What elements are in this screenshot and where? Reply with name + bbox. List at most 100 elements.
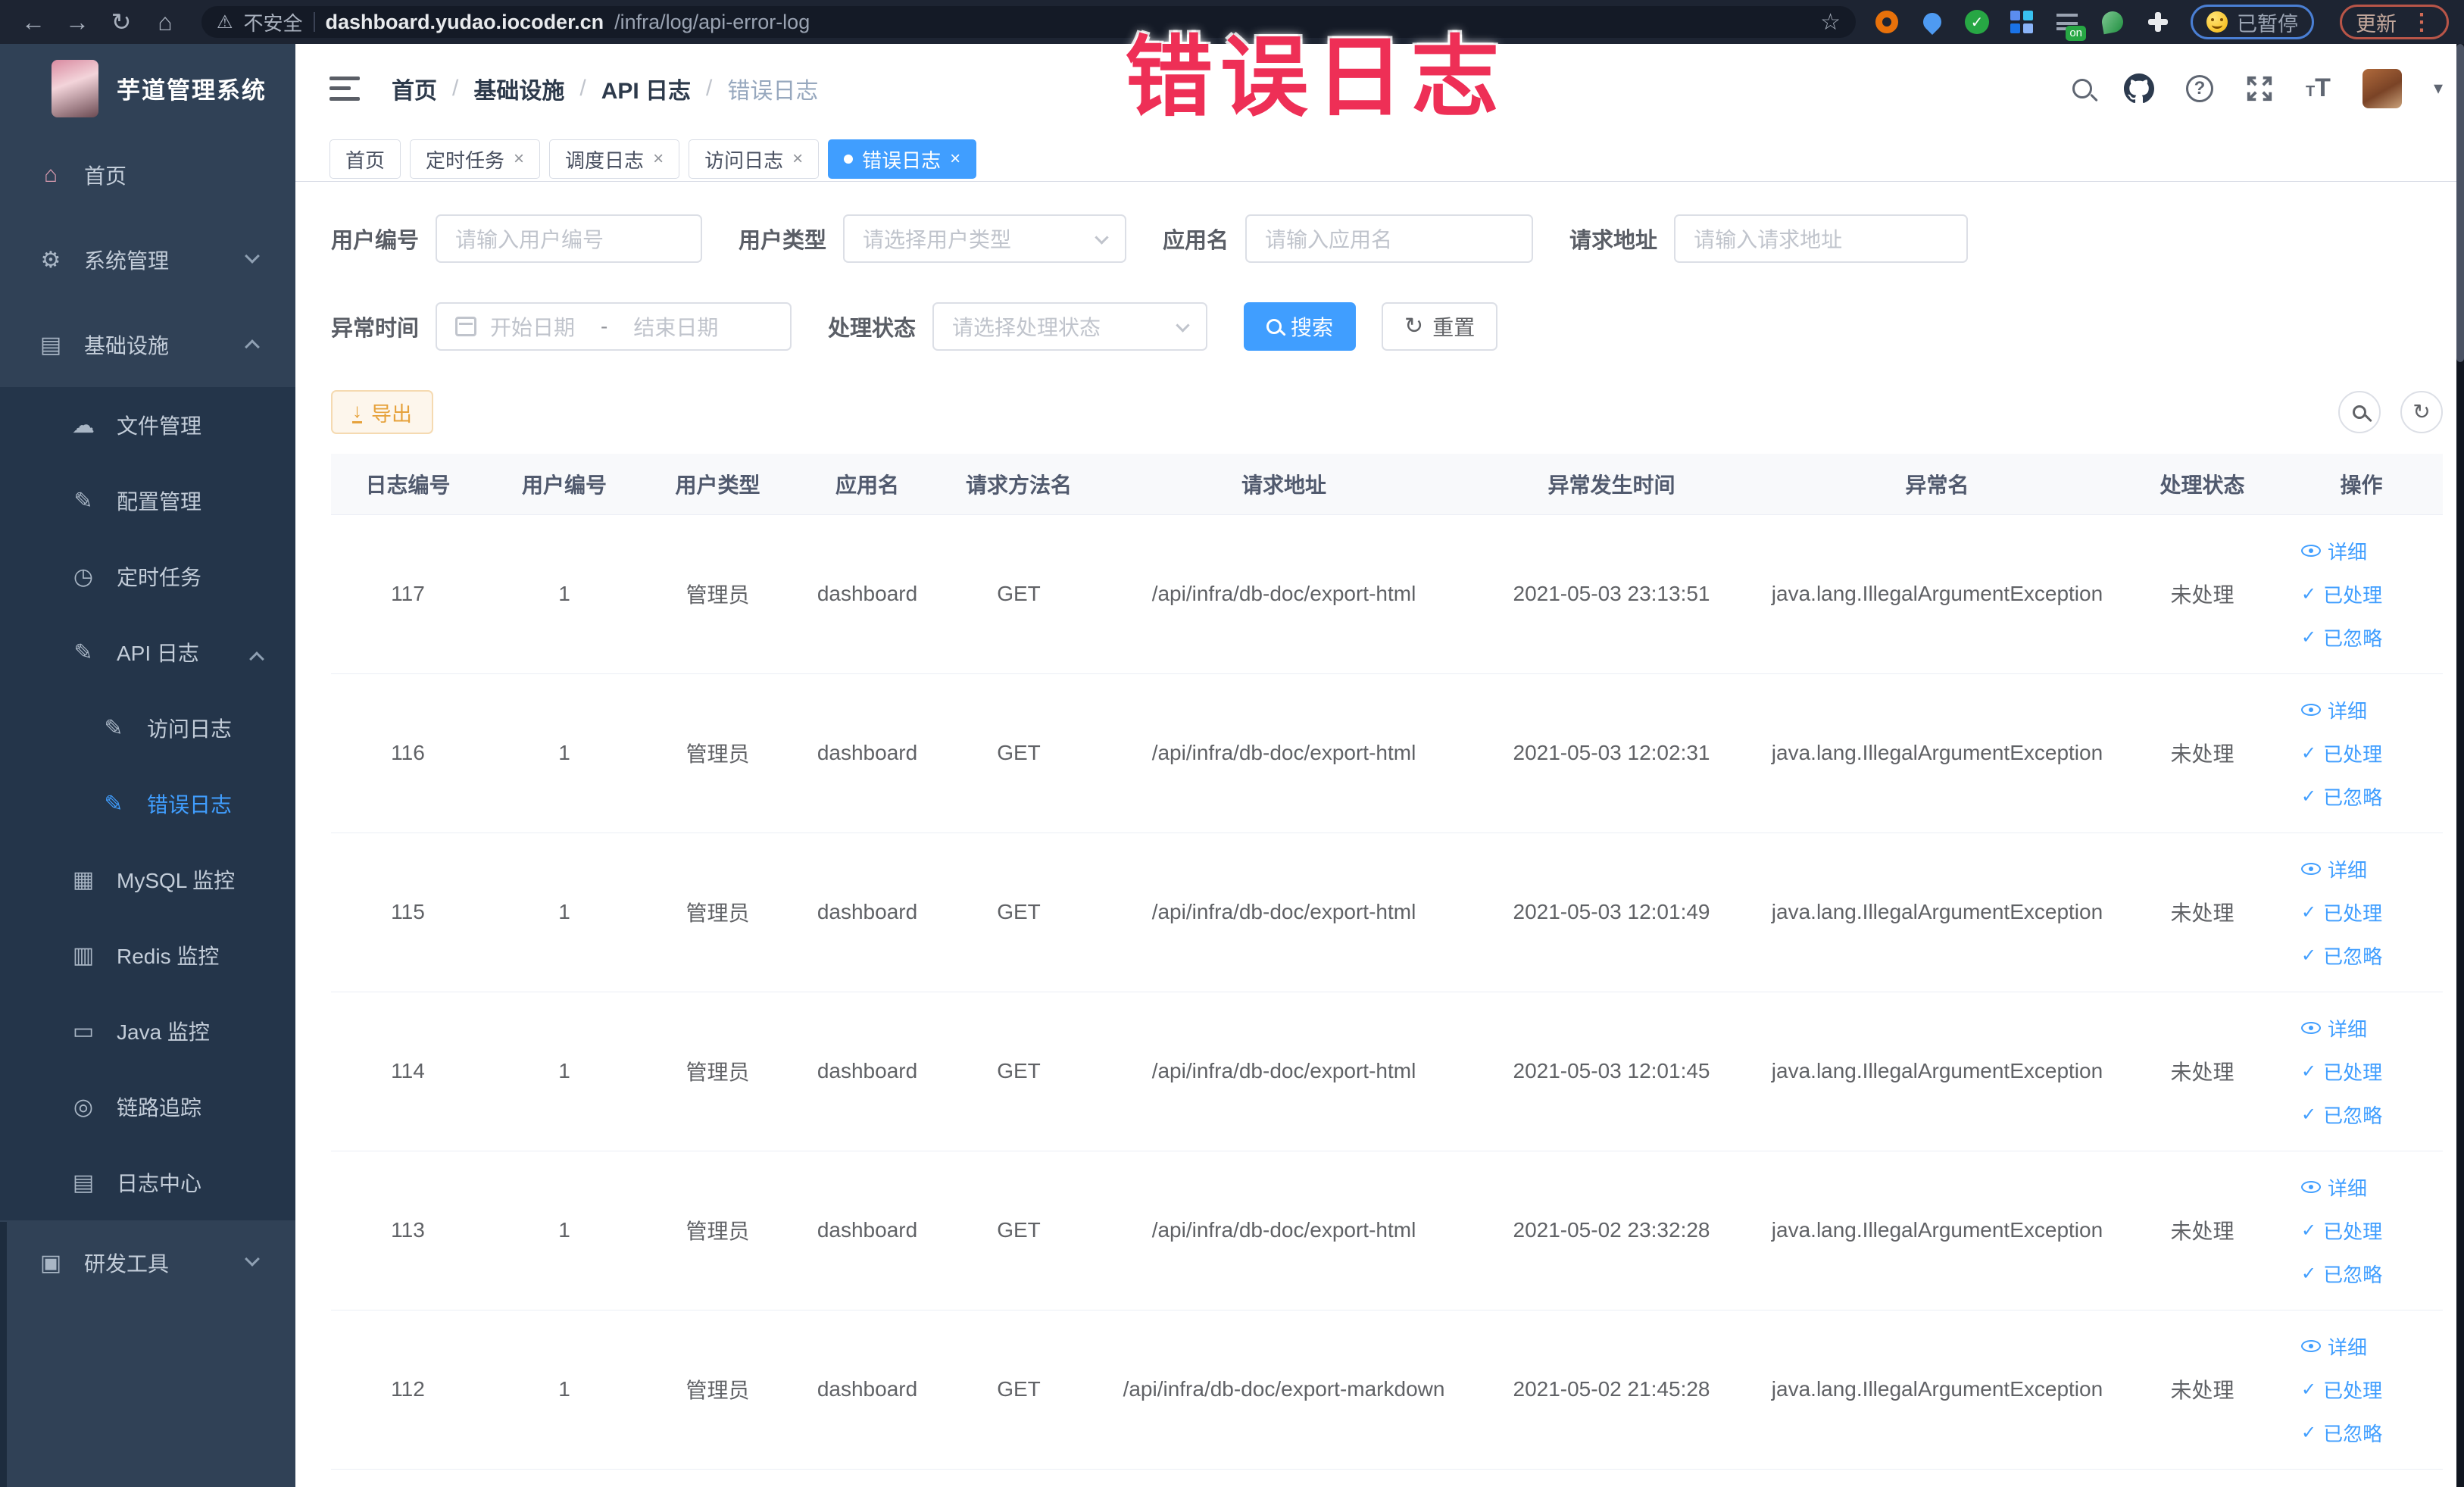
refresh-table-button[interactable]: ↻ bbox=[2400, 391, 2443, 433]
detail-link[interactable]: 详细 bbox=[2301, 1014, 2367, 1042]
extension-icon-green-check[interactable]: ✓ bbox=[1965, 10, 1989, 34]
cell-method: GET bbox=[943, 1310, 1095, 1470]
tab-home[interactable]: 首页 bbox=[329, 139, 401, 179]
browser-home-icon[interactable]: ⌂ bbox=[147, 8, 183, 36]
close-icon[interactable]: × bbox=[792, 148, 803, 170]
exception-time-range-picker[interactable]: 开始日期 - 结束日期 bbox=[436, 302, 792, 351]
breadcrumb-infrastructure[interactable]: 基础设施 bbox=[473, 72, 564, 105]
close-icon[interactable]: × bbox=[950, 148, 960, 170]
detail-link[interactable]: 详细 bbox=[2301, 696, 2367, 724]
fullscreen-icon[interactable] bbox=[2245, 74, 2274, 103]
edit-icon: ✎ bbox=[73, 488, 93, 514]
sidebar-item-dev-tools[interactable]: ▣ 研发工具 bbox=[0, 1220, 295, 1305]
mark-processed-link[interactable]: ✓ 已处理 bbox=[2301, 580, 2382, 608]
extension-icon-leaf[interactable] bbox=[2100, 9, 2125, 35]
detail-link[interactable]: 详细 bbox=[2301, 1173, 2367, 1201]
detail-link[interactable]: 详细 bbox=[2301, 537, 2367, 565]
detail-link[interactable]: 详细 bbox=[2301, 1332, 2367, 1360]
sidebar-item-trace[interactable]: ◎ 链路追踪 bbox=[0, 1069, 295, 1145]
export-button[interactable]: ↓ 导出 bbox=[331, 390, 433, 434]
extension-icon-orange-ring[interactable] bbox=[1874, 9, 1900, 35]
mark-ignored-link[interactable]: ✓ 已忽略 bbox=[2301, 1260, 2382, 1288]
bookmark-star-icon[interactable]: ☆ bbox=[1820, 9, 1841, 36]
breadcrumb-api-log[interactable]: API 日志 bbox=[601, 72, 691, 105]
header-actions: ? TT ▾ bbox=[2072, 68, 2443, 108]
back-icon[interactable]: ← bbox=[15, 8, 52, 36]
tab-schedule-log[interactable]: 调度日志 × bbox=[549, 139, 680, 179]
font-size-icon[interactable]: TT bbox=[2306, 73, 2331, 103]
sidebar-menu: ⌂ 首页 ⚙ 系统管理 ▤ 基础设施 ☁ 文件管理 ✎ 配置管理 ◷ 定时任务 … bbox=[0, 133, 295, 1305]
breadcrumb-home[interactable]: 首页 bbox=[392, 72, 437, 105]
monitor-icon: ▭ bbox=[72, 1018, 95, 1044]
mark-ignored-link[interactable]: ✓ 已忽略 bbox=[2301, 942, 2382, 970]
tab-scheduled-tasks[interactable]: 定时任务 × bbox=[410, 139, 541, 179]
col-method: 请求方法名 bbox=[943, 454, 1095, 515]
help-icon[interactable]: ? bbox=[2185, 74, 2213, 102]
sidebar-item-java-monitor[interactable]: ▭ Java 监控 bbox=[0, 993, 295, 1069]
search-icon[interactable] bbox=[2072, 78, 2092, 98]
sidebar-item-mysql-monitor[interactable]: ▦ MySQL 监控 bbox=[0, 842, 295, 917]
mark-ignored-link[interactable]: ✓ 已忽略 bbox=[2301, 1419, 2382, 1447]
sidebar-item-config-management[interactable]: ✎ 配置管理 bbox=[0, 463, 295, 539]
request-url-input[interactable]: 请输入请求地址 bbox=[1674, 214, 1969, 263]
sidebar-item-scheduled-tasks[interactable]: ◷ 定时任务 bbox=[0, 539, 295, 614]
table-row: 113 1 管理员 dashboard GET /api/infra/db-do… bbox=[331, 1151, 2443, 1310]
sidebar-item-file-management[interactable]: ☁ 文件管理 bbox=[0, 387, 295, 463]
check-icon: ✓ bbox=[2301, 1263, 2317, 1284]
sidebar-item-api-log[interactable]: ✎ API 日志 bbox=[0, 614, 295, 690]
cell-actions: 详细 ✓ 已处理 ✓ 已忽略 bbox=[2280, 992, 2443, 1151]
scrollbar-thumb[interactable] bbox=[2456, 44, 2464, 362]
sidebar-item-access-log[interactable]: ✎ 访问日志 bbox=[0, 690, 295, 766]
search-button[interactable]: 搜索 bbox=[1244, 302, 1357, 351]
sidebar-item-error-log[interactable]: ✎ 错误日志 bbox=[0, 766, 295, 842]
exception-time-label: 异常时间 bbox=[331, 317, 420, 341]
mark-processed-link[interactable]: ✓ 已处理 bbox=[2301, 898, 2382, 926]
mark-processed-link[interactable]: ✓ 已处理 bbox=[2301, 1376, 2382, 1404]
close-icon[interactable]: × bbox=[653, 148, 664, 170]
table-row: 117 1 管理员 dashboard GET /api/infra/db-do… bbox=[331, 514, 2443, 674]
not-secure-warning-icon: ⚠ bbox=[217, 11, 233, 33]
extension-icon-puzzle[interactable] bbox=[2145, 9, 2171, 35]
mark-processed-link[interactable]: ✓ 已处理 bbox=[2301, 1057, 2382, 1086]
extension-icon-list-on[interactable]: on bbox=[2054, 9, 2086, 41]
mark-ignored-link[interactable]: ✓ 已忽略 bbox=[2301, 1101, 2382, 1129]
sidebar-item-redis-monitor[interactable]: ▥ Redis 监控 bbox=[0, 917, 295, 993]
sidebar-item-log-center[interactable]: ▤ 日志中心 bbox=[0, 1145, 295, 1220]
extension-icon-grid[interactable] bbox=[2009, 9, 2035, 35]
user-type-select[interactable]: 请选择用户类型 bbox=[843, 214, 1127, 263]
paused-badge[interactable]: 已暂停 bbox=[2191, 5, 2314, 39]
browser-menu-dots-icon[interactable]: ⋮ bbox=[2410, 9, 2433, 36]
tab-error-log[interactable]: 错误日志 × bbox=[828, 139, 977, 179]
tab-access-log[interactable]: 访问日志 × bbox=[689, 139, 820, 179]
close-icon[interactable]: × bbox=[514, 148, 524, 170]
sidebar-scrollbar[interactable] bbox=[0, 1222, 7, 1487]
mark-ignored-link[interactable]: ✓ 已忽略 bbox=[2301, 783, 2382, 811]
mark-ignored-link[interactable]: ✓ 已忽略 bbox=[2301, 623, 2382, 651]
process-status-select[interactable]: 请选择处理状态 bbox=[932, 302, 1208, 351]
cell-app-name: dashboard bbox=[792, 514, 943, 674]
avatar[interactable] bbox=[2362, 68, 2402, 108]
cell-process-status: 未处理 bbox=[2125, 673, 2280, 833]
page-scrollbar[interactable] bbox=[2456, 44, 2464, 1487]
user-id-input[interactable]: 请输入用户编号 bbox=[436, 214, 703, 263]
reload-icon[interactable]: ↻ bbox=[103, 8, 139, 36]
toggle-search-button[interactable] bbox=[2338, 391, 2381, 433]
collapse-sidebar-icon[interactable] bbox=[329, 76, 360, 101]
extension-icon-blue-drop[interactable] bbox=[1919, 9, 1945, 35]
browser-update-button[interactable]: 更新 ⋮ bbox=[2340, 5, 2449, 39]
sidebar-item-system-management[interactable]: ⚙ 系统管理 bbox=[0, 217, 295, 302]
mark-processed-link[interactable]: ✓ 已处理 bbox=[2301, 1217, 2382, 1245]
mark-processed-link[interactable]: ✓ 已处理 bbox=[2301, 739, 2382, 767]
sidebar-item-infrastructure[interactable]: ▤ 基础设施 bbox=[0, 302, 295, 387]
sidebar-item-home[interactable]: ⌂ 首页 bbox=[0, 133, 295, 217]
reset-button[interactable]: ↻ 重置 bbox=[1382, 302, 1498, 351]
avatar-caret-down-icon[interactable]: ▾ bbox=[2434, 77, 2443, 99]
app-logo[interactable]: 芋道管理系统 bbox=[0, 44, 295, 133]
forward-icon[interactable]: → bbox=[59, 8, 95, 36]
github-icon[interactable] bbox=[2123, 73, 2154, 104]
detail-link[interactable]: 详细 bbox=[2301, 855, 2367, 883]
cell-user-id: 1 bbox=[485, 1151, 644, 1310]
url-bar[interactable]: ⚠ 不安全 dashboard.yudao.iocoder.cn /infra/… bbox=[201, 6, 1856, 38]
app-name-input[interactable]: 请输入应用名 bbox=[1245, 214, 1534, 263]
table-toolbar: ↓ 导出 ↻ bbox=[331, 390, 2443, 434]
